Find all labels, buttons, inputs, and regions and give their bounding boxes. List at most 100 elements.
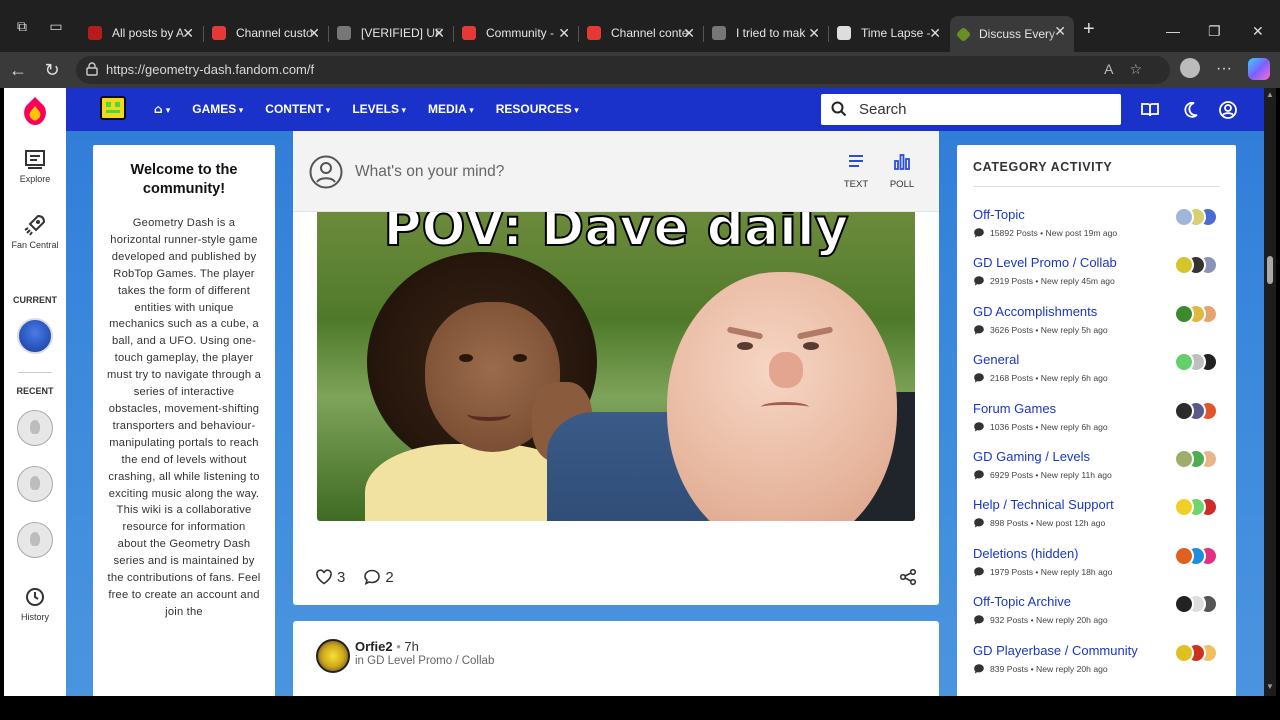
category-row[interactable]: Help / Technical Support 898 Posts • New … [973,497,1223,529]
explore-button[interactable]: Explore [4,148,66,184]
rocket-icon [24,214,46,236]
poster-avatar[interactable] [1174,545,1194,566]
refresh-button[interactable]: ↻ [42,60,62,80]
explore-icon [25,150,45,169]
like-count: 3 [337,568,346,586]
like-button[interactable]: 3 [315,568,345,586]
current-wiki-avatar[interactable] [17,318,53,354]
category-stats: 15892 Posts • New post 19m ago [990,228,1118,238]
category-row[interactable]: Off-Topic 15892 Posts • New post 19m ago [973,207,1223,239]
category-row[interactable]: Deletions (hidden) 1979 Posts • New reply… [973,545,1223,578]
copilot-icon[interactable] [1248,58,1270,80]
close-tab-icon[interactable]: ✕ [808,26,820,40]
poster-avatar[interactable] [1174,207,1194,227]
dark-mode-moon-icon[interactable] [1180,100,1200,120]
close-window-button[interactable]: ✕ [1252,24,1264,38]
page-scrollbar[interactable]: ▲ ▼ [1264,88,1276,696]
scroll-down-arrow[interactable]: ▼ [1266,682,1274,691]
tab-actions-icon[interactable]: ▭ [48,18,64,34]
browser-tab-1[interactable]: All posts by A ✕ [80,18,202,48]
nav-games[interactable]: GAMES [192,102,243,116]
browser-tab-4[interactable]: Community - ✕ [454,18,578,48]
post-author-line: Orfie2 • 7h [355,639,419,654]
text-lines-icon [849,155,863,167]
new-tab-button[interactable]: + [1083,19,1095,39]
scroll-up-arrow[interactable]: ▲ [1266,90,1274,99]
poster-avatar[interactable] [1174,642,1194,663]
nav-levels[interactable]: LEVELS [352,102,406,116]
scrollbar-thumb[interactable] [1267,256,1273,284]
back-button[interactable]: ← [8,60,28,80]
user-account-icon[interactable] [1218,100,1238,120]
post-composer[interactable]: What's on your mind? TEXT POLL [293,131,939,212]
comment-bubble-icon [974,228,984,238]
explore-label: Explore [19,174,51,184]
minimize-button[interactable]: — [1166,24,1180,38]
nav-content[interactable]: CONTENT [265,102,330,116]
close-tab-icon[interactable]: ✕ [433,26,445,40]
history-button[interactable]: History [4,586,66,622]
share-icon[interactable] [899,568,917,586]
category-stats: 839 Posts • New reply 20h ago [990,663,1108,674]
close-tab-icon[interactable]: ✕ [182,26,194,40]
geometry-dash-wiki-logo[interactable] [100,96,126,120]
next-post-card[interactable]: Orfie2 • 7h in GD Level Promo / Collab [293,621,939,696]
fan-central-button[interactable]: Fan Central [4,214,66,250]
close-tab-icon[interactable]: ✕ [929,26,941,40]
category-row[interactable]: Forum Games 1036 Posts • New reply 6h ago [973,400,1223,433]
wiki-menu-icon[interactable]: ⌂ [154,102,170,116]
comment-bubble-icon [974,663,984,674]
nav-resources[interactable]: RESOURCES [496,102,579,116]
browser-tab-active[interactable]: Discuss Every ✕ [950,16,1074,52]
post-category[interactable]: in GD Level Promo / Collab [355,655,494,667]
workspaces-icon[interactable]: ⧉ [14,18,30,34]
category-stats: 1979 Posts • New reply 18h ago [990,566,1113,577]
category-row[interactable]: GD Level Promo / Collab 2919 Posts • New … [973,255,1223,287]
close-tab-icon[interactable]: ✕ [683,26,695,40]
post-feed-card: What's on your mind? TEXT POLL POV: Dave… [293,131,939,605]
category-row[interactable]: General 2168 Posts • New reply 6h ago [973,352,1223,384]
comment-button[interactable]: 2 [363,568,394,586]
close-tab-icon[interactable]: ✕ [558,26,570,40]
fandom-logo-icon[interactable] [22,96,48,126]
search-input[interactable]: Search [821,94,1121,125]
author-name[interactable]: Orfie2 [355,639,393,654]
read-aloud-favorite-icons[interactable]: A☆ [1104,61,1158,78]
browser-tab-5[interactable]: Channel conte ✕ [579,18,703,48]
category-row[interactable]: Off-Topic Archive 932 Posts • New reply 2… [973,594,1223,626]
recent-wiki-1[interactable] [17,410,53,446]
browser-tab-2[interactable]: Channel custo ✕ [204,18,328,48]
close-tab-icon[interactable]: ✕ [1054,24,1066,38]
meme-caption: POV: Dave daily [382,212,849,259]
restore-button[interactable]: ❐ [1208,24,1221,38]
meme-girl-smile [467,407,511,421]
composer-placeholder: What's on your mind? [355,163,505,180]
browser-tab-3[interactable]: [VERIFIED] UF ✕ [329,18,453,48]
book-icon[interactable] [1140,100,1160,120]
poll-post-button[interactable]: POLL [882,153,922,190]
category-row[interactable]: GD Gaming / Levels 6929 Posts • New reply… [973,449,1223,481]
comment-bubble-icon [364,569,381,585]
browser-profile-avatar[interactable] [1180,58,1200,78]
welcome-description: Geometry Dash is a horizontal runner-sty… [107,217,262,618]
recent-wiki-3[interactable] [17,522,53,558]
meme-girl-eye [513,354,527,362]
meme-girl-eye [459,354,473,362]
poster-avatar[interactable] [1174,303,1194,324]
category-row[interactable]: GD Playerbase / Community 839 Posts • New… [973,642,1223,675]
lock-icon[interactable] [86,62,98,76]
browser-tab-6[interactable]: I tried to mak ✕ [704,18,828,48]
poster-avatar[interactable] [1174,400,1194,421]
close-tab-icon[interactable]: ✕ [308,26,320,40]
poster-avatar[interactable] [1174,449,1194,469]
more-options-icon[interactable]: ··· [1216,60,1232,78]
nav-media[interactable]: MEDIA [428,102,474,116]
author-avatar[interactable] [316,639,350,673]
post-meme-image[interactable]: POV: Dave daily [317,212,915,521]
browser-tab-7[interactable]: Time Lapse - ✕ [829,18,949,48]
recent-wiki-2[interactable] [17,466,53,502]
text-post-button[interactable]: TEXT [836,153,876,190]
category-row[interactable]: GD Accomplishments 3626 Posts • New reply… [973,303,1223,336]
url-field[interactable]: https://geometry-dash.fandom.com/f A☆ [76,56,1170,84]
category-activity-title: CATEGORY ACTIVITY [973,160,1113,174]
